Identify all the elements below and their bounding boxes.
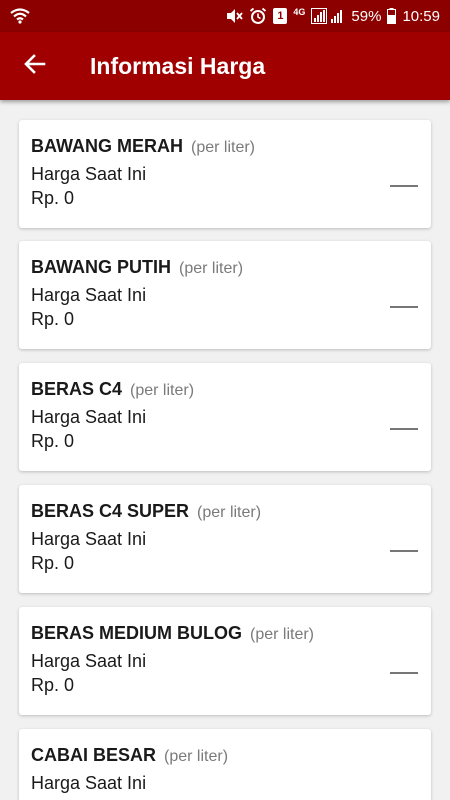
price-card[interactable]: BERAS C4 SUPER (per liter) Harga Saat In…	[19, 485, 431, 593]
commodity-unit: (per liter)	[250, 626, 315, 643]
app-bar: Informasi Harga	[0, 32, 450, 100]
battery-percentage: 59%	[351, 7, 382, 25]
current-price-label: Harga Saat Ini	[31, 773, 147, 793]
commodity-unit: (per liter)	[130, 382, 195, 399]
current-price-label: Harga Saat Ini	[31, 407, 147, 427]
current-price-label: Harga Saat Ini	[31, 529, 147, 549]
current-price-value: Rp. 0	[31, 431, 75, 451]
commodity-unit: (per liter)	[197, 504, 262, 521]
current-price-value: Rp. 0	[31, 675, 75, 695]
status-bar: 1 4G 59% 10:59	[0, 0, 450, 32]
status-bar-right: 1 4G 59% 10:59	[225, 7, 440, 25]
current-price-label: Harga Saat Ini	[31, 285, 147, 305]
current-price-value: Rp. 0	[31, 309, 75, 329]
clock: 10:59	[402, 7, 440, 25]
card-name-row: BERAS C4 (per liter)	[31, 379, 194, 400]
trend-flat-icon	[390, 306, 418, 308]
signal-icon	[311, 7, 345, 25]
price-card[interactable]: CABAI BESAR (per liter) Harga Saat Ini	[19, 729, 431, 800]
commodity-name: BERAS C4 SUPER	[31, 501, 190, 521]
commodity-name: CABAI BESAR	[31, 745, 157, 765]
commodity-unit: (per liter)	[191, 139, 256, 156]
commodity-unit: (per liter)	[179, 260, 244, 277]
card-name-row: BERAS MEDIUM BULOG (per liter)	[31, 623, 314, 644]
commodity-name: BAWANG PUTIH	[31, 257, 172, 277]
commodity-name: BERAS MEDIUM BULOG	[31, 623, 242, 643]
commodity-name: BERAS C4	[31, 379, 123, 399]
price-card[interactable]: BAWANG PUTIH (per liter) Harga Saat Ini …	[19, 241, 431, 349]
trend-flat-icon	[390, 672, 418, 674]
trend-flat-icon	[390, 428, 418, 430]
card-name-row: BERAS C4 SUPER (per liter)	[31, 501, 261, 522]
price-card[interactable]: BERAS C4 (per liter) Harga Saat Ini Rp. …	[19, 363, 431, 471]
trend-flat-icon	[390, 185, 418, 187]
notification-icon: 1	[273, 8, 288, 24]
alarm-icon	[249, 7, 267, 25]
commodity-unit: (per liter)	[164, 748, 229, 765]
back-button[interactable]	[0, 32, 70, 100]
current-price-label: Harga Saat Ini	[31, 651, 147, 671]
commodity-name: BAWANG MERAH	[31, 136, 183, 156]
status-bar-left	[10, 7, 30, 25]
price-card[interactable]: BERAS MEDIUM BULOG (per liter) Harga Saa…	[19, 607, 431, 715]
battery-icon	[387, 7, 397, 25]
page-title: Informasi Harga	[90, 52, 266, 79]
trend-flat-icon	[390, 550, 418, 552]
mute-icon	[225, 7, 244, 25]
network-type-label: 4G	[293, 7, 306, 17]
card-name-row: BAWANG PUTIH (per liter)	[31, 257, 243, 278]
price-list[interactable]: BAWANG MERAH (per liter) Harga Saat Ini …	[0, 100, 450, 800]
price-card[interactable]: BAWANG MERAH (per liter) Harga Saat Ini …	[19, 120, 431, 228]
card-name-row: BAWANG MERAH (per liter)	[31, 136, 255, 157]
card-name-row: CABAI BESAR (per liter)	[31, 745, 228, 766]
arrow-left-icon	[23, 52, 47, 81]
current-price-value: Rp. 0	[31, 188, 75, 208]
wifi-icon	[10, 7, 30, 25]
current-price-value: Rp. 0	[31, 553, 75, 573]
current-price-label: Harga Saat Ini	[31, 164, 147, 184]
